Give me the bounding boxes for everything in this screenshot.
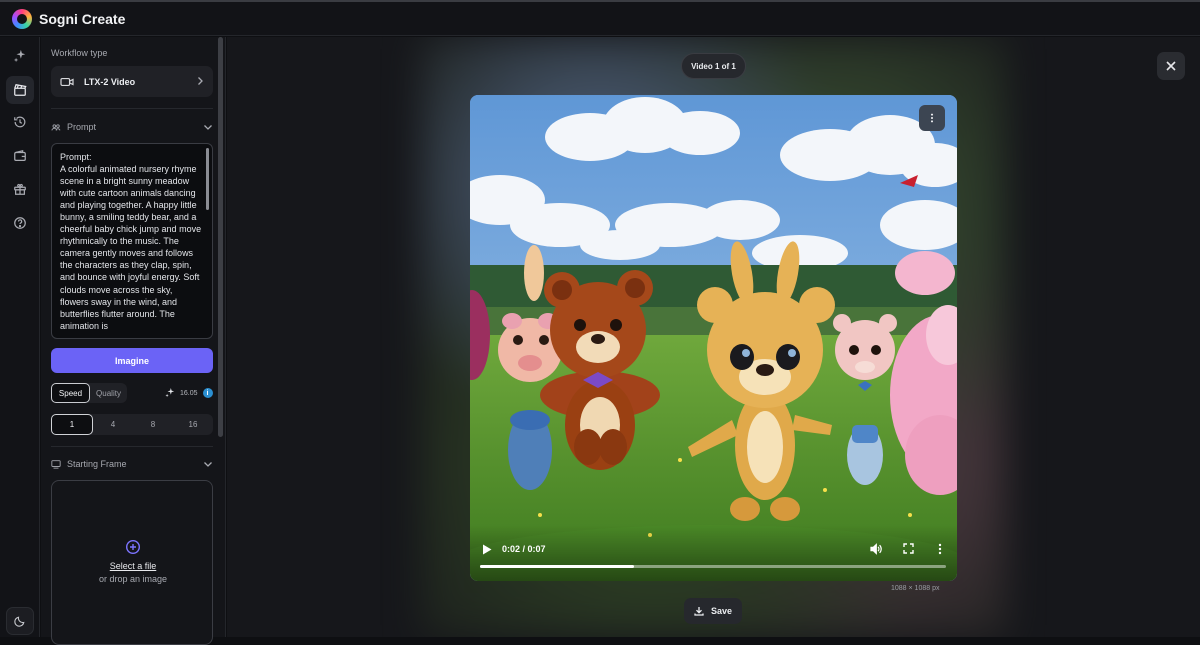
mode-quality-option[interactable]: Quality: [90, 383, 127, 403]
people-icon: [51, 124, 61, 131]
video-frame-image: [470, 95, 957, 581]
prompt-scrollbar-thumb[interactable]: [206, 148, 209, 210]
play-icon[interactable]: [482, 544, 492, 555]
starting-frame-dropzone[interactable]: Select a file or drop an image: [51, 480, 213, 645]
workflow-type-value: LTX-2 Video: [84, 76, 136, 87]
count-option-4[interactable]: 4: [93, 414, 133, 435]
gift-icon[interactable]: [6, 175, 34, 203]
fullscreen-icon[interactable]: [903, 543, 914, 554]
credits-estimate: 16.05 i: [165, 388, 213, 398]
video-camera-icon: [60, 77, 74, 86]
theme-toggle-button[interactable]: [6, 607, 34, 635]
app-header: Sogni Create: [0, 2, 1200, 36]
moon-icon: [14, 616, 25, 627]
volume-icon[interactable]: [870, 543, 882, 555]
video-counter: Video 1 of 1: [681, 53, 746, 79]
seek-bar[interactable]: [480, 565, 946, 568]
sparkles-icon[interactable]: [6, 42, 34, 70]
workflow-type-label: Workflow type: [51, 48, 108, 58]
icon-rail: [0, 37, 40, 637]
app-title: Sogni Create: [39, 10, 126, 27]
count-option-1[interactable]: 1: [51, 414, 93, 435]
output-count-selector: 1 4 8 16: [51, 414, 213, 435]
count-option-8[interactable]: 8: [133, 414, 173, 435]
chevron-right-icon: [198, 77, 203, 85]
settings-panel: Workflow type LTX-2 Video Prompt Prompt:…: [41, 37, 226, 645]
player-more-icon[interactable]: [935, 543, 945, 555]
select-file-link[interactable]: Select a file: [52, 561, 214, 571]
add-circle-icon: [125, 539, 141, 555]
imagine-button[interactable]: Imagine: [51, 348, 213, 373]
chevron-down-icon: [204, 462, 212, 467]
video-options-button[interactable]: [919, 105, 945, 131]
mode-toggle: Speed Quality: [51, 383, 127, 403]
starting-frame-label: Starting Frame: [67, 459, 127, 469]
more-vertical-icon: [931, 113, 933, 123]
count-option-16[interactable]: 16: [173, 414, 213, 435]
wallet-icon[interactable]: [6, 142, 34, 170]
save-label: Save: [710, 606, 733, 616]
video-controls: 0:02 / 0:07: [470, 525, 957, 581]
close-icon: [1166, 61, 1176, 71]
workflow-type-select[interactable]: LTX-2 Video: [51, 66, 213, 97]
seek-bar-progress: [480, 565, 634, 568]
close-button[interactable]: [1157, 52, 1185, 80]
divider: [51, 446, 213, 447]
drop-image-hint: or drop an image: [98, 574, 168, 584]
mode-speed-option[interactable]: Speed: [51, 383, 90, 403]
frame-icon: [51, 460, 61, 469]
playback-time: 0:02 / 0:07: [502, 544, 546, 554]
starting-frame-section-header[interactable]: Starting Frame: [51, 457, 213, 471]
credits-value: 16.05: [180, 389, 198, 397]
prompt-section-label: Prompt: [67, 122, 97, 132]
download-icon: [694, 607, 704, 616]
divider: [51, 108, 213, 109]
prompt-textarea[interactable]: Prompt: A colorful animated nursery rhym…: [51, 143, 213, 339]
sparkle-icon: [165, 388, 175, 398]
chevron-down-icon: [204, 125, 212, 130]
sogni-logo[interactable]: [12, 8, 32, 29]
video-player[interactable]: 0:02 / 0:07: [470, 95, 957, 581]
prompt-section-header[interactable]: Prompt: [51, 120, 213, 134]
video-viewer: Video 1 of 1 0:02 / 0:07 1088 × 1088 px …: [227, 37, 1200, 637]
clapperboard-icon[interactable]: [6, 76, 34, 104]
video-dimensions: 1088 × 1088 px: [891, 585, 940, 592]
history-icon[interactable]: [6, 108, 34, 136]
panel-scrollbar-thumb[interactable]: [218, 37, 223, 437]
info-icon[interactable]: i: [202, 388, 213, 398]
save-button[interactable]: Save: [684, 598, 742, 624]
help-icon[interactable]: [6, 209, 34, 237]
prompt-text: Prompt: A colorful animated nursery rhym…: [60, 152, 202, 331]
